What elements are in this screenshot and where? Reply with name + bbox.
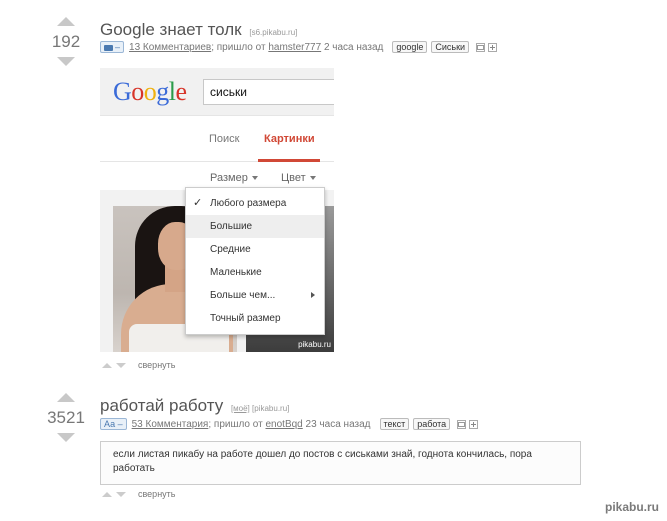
upvote-arrow-icon[interactable] [57,17,75,26]
downvote-arrow-icon[interactable] [57,433,75,442]
tag[interactable]: Сиськи [431,41,470,53]
google-tabs: Поиск Картинки [100,128,334,162]
menu-item-exact-size: Точный размер [210,313,281,324]
menu-item-any-size: ✓ Любого размера [186,192,324,215]
add-icon[interactable] [488,42,498,52]
author-link[interactable]: hamster777 [268,42,321,53]
pikabu-logo: pikabu.ru [604,500,659,514]
downvote-arrow-icon[interactable] [57,57,75,66]
upvote-arrow-icon[interactable] [57,393,75,402]
menu-item-large: Большие [186,215,324,238]
google-header: Google сиськи [100,68,334,116]
post-time: 23 часа назад [305,418,371,430]
post-rating: 3521 [47,408,85,427]
post-rating: 192 [51,32,81,51]
collapse-control: свернуть [102,360,175,370]
post-meta: Аа – 53 Комментария ; пришло от enotBqd … [100,418,479,430]
post-meta: – 13 Комментариев ; пришло от hamster777… [100,41,498,53]
check-icon: ✓ [193,197,203,209]
comments-link[interactable]: 13 Комментариев [129,42,211,53]
submenu-arrow-icon [311,292,315,298]
watermark: pikabu.ru [298,340,331,349]
upvote-small-icon[interactable] [102,491,112,497]
downvote-small-icon[interactable] [116,362,126,368]
google-tab-search: Поиск [209,133,240,145]
size-dropdown-menu: ✓ Любого размера Большие Средние Маленьки… [185,187,325,335]
post-time: 2 часа назад [323,41,384,53]
active-tab-indicator [258,159,320,162]
menu-item-small: Маленькие [210,267,262,278]
upvote-small-icon[interactable] [102,362,112,368]
post-title-link[interactable]: Google знает толк [100,20,242,39]
tag[interactable]: текст [379,418,410,430]
from-label: ; пришло от [208,418,263,430]
post-title: Google знает толк [s6.pikabu.ru] [100,20,297,40]
size-filter: Размер [210,172,258,184]
post-title: работай работу [моё] [pikabu.ru] [100,396,289,416]
vote-widget: 3521 [46,393,86,442]
google-logo: Google [113,77,187,106]
from-label: ; пришло от [211,41,266,53]
vote-widget: 192 [46,17,86,66]
save-icon[interactable] [476,42,486,52]
menu-item-larger-than: Больше чем... [186,284,324,307]
post-domain: [s6.pikabu.ru] [249,28,298,37]
post-text: если листая пикабу на работе дошел до по… [100,441,581,485]
tag[interactable]: google [392,41,428,53]
downvote-small-icon[interactable] [116,491,126,497]
color-filter: Цвет [281,172,316,184]
post-title-link[interactable]: работай работу [100,396,223,415]
collapse-control: свернуть [102,489,175,499]
post-domain: [моё] [pikabu.ru] [230,404,290,413]
save-icon[interactable] [457,419,467,429]
tag[interactable]: работа [413,418,451,430]
add-icon[interactable] [469,419,479,429]
collapse-link[interactable]: свернуть [138,489,175,499]
camera-icon [104,44,113,51]
menu-item-medium: Средние [210,244,251,255]
post-type-badge[interactable]: – [100,41,125,53]
google-search-field: сиськи [203,79,334,105]
comments-link[interactable]: 53 Комментария [132,419,209,430]
post-type-badge[interactable]: Аа – [100,418,127,430]
google-tab-images: Картинки [264,133,315,145]
author-link[interactable]: enotBqd [265,419,302,430]
collapse-link[interactable]: свернуть [138,360,175,370]
